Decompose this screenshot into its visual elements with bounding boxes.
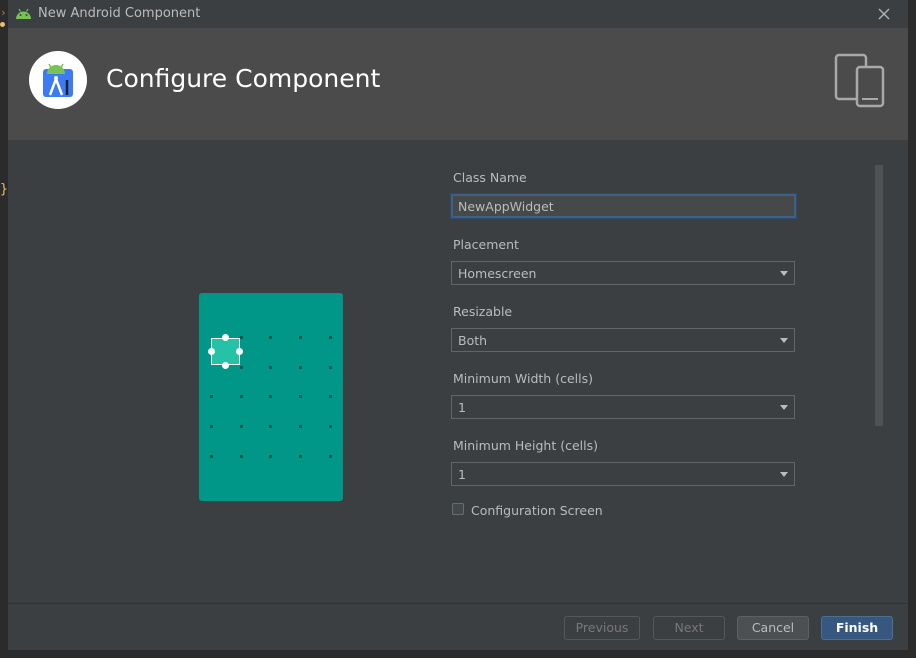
- grid-cell-marker: [210, 455, 213, 458]
- configuration-screen-checkbox[interactable]: [452, 503, 464, 515]
- grid-cell-marker: [329, 425, 332, 428]
- grid-cell-marker: [210, 395, 213, 398]
- android-icon: [16, 8, 31, 19]
- min-width-select[interactable]: 1: [451, 395, 795, 419]
- min-height-select[interactable]: 1: [451, 462, 795, 486]
- grid-cell-marker: [299, 395, 302, 398]
- grid-cell-marker: [269, 366, 272, 369]
- grid-cell-marker: [299, 455, 302, 458]
- grid-cell-marker: [240, 455, 243, 458]
- grid-cell-marker: [299, 366, 302, 369]
- resize-handle-right: [236, 348, 243, 355]
- chevron-down-icon: [780, 472, 788, 477]
- tablet-phone-icon: [834, 53, 885, 108]
- editor-brace: }: [0, 182, 8, 197]
- finish-button[interactable]: Finish: [821, 616, 893, 640]
- title-bar: New Android Component: [8, 0, 908, 28]
- page-title: Configure Component: [106, 64, 381, 93]
- ide-editor-edge: › }: [0, 0, 8, 658]
- class-name-field[interactable]: NewAppWidget: [450, 193, 797, 219]
- grid-cell-marker: [240, 336, 243, 339]
- homescreen-preview: [199, 293, 343, 501]
- grid-cell-marker: [329, 395, 332, 398]
- wizard-footer: Previous Next Cancel Finish: [8, 603, 908, 650]
- editor-gutter-dot: [0, 22, 5, 27]
- next-button[interactable]: Next: [653, 616, 725, 640]
- grid-cell-marker: [269, 425, 272, 428]
- min-height-value: 1: [458, 467, 466, 482]
- wizard-header: Configure Component: [8, 28, 908, 140]
- grid-cell-marker: [210, 425, 213, 428]
- new-android-component-dialog: New Android Component Configure Componen…: [8, 0, 908, 650]
- cancel-button[interactable]: Cancel: [737, 616, 809, 640]
- dialog-title: New Android Component: [38, 6, 201, 21]
- min-width-value: 1: [458, 400, 466, 415]
- min-width-label: Minimum Width (cells): [453, 371, 593, 386]
- grid-cell-marker: [269, 455, 272, 458]
- grid-cell-marker: [329, 366, 332, 369]
- resizable-label: Resizable: [453, 304, 513, 319]
- form-scrollbar[interactable]: [875, 165, 883, 426]
- resizable-value: Both: [458, 333, 488, 348]
- grid-cell-marker: [240, 395, 243, 398]
- close-icon[interactable]: [874, 4, 894, 24]
- resize-handle-top: [222, 334, 229, 341]
- grid-cell-marker: [269, 336, 272, 339]
- class-name-label: Class Name: [453, 170, 527, 185]
- grid-cell-marker: [329, 336, 332, 339]
- placement-value: Homescreen: [458, 266, 537, 281]
- editor-gutter-marker: ›: [0, 6, 7, 19]
- grid-cell-marker: [329, 455, 332, 458]
- chevron-down-icon: [780, 271, 788, 276]
- placement-select[interactable]: Homescreen: [451, 261, 795, 285]
- wizard-content: Class Name NewAppWidget Placement Homesc…: [8, 140, 908, 603]
- placement-label: Placement: [453, 237, 519, 252]
- chevron-down-icon: [780, 338, 788, 343]
- grid-cell-marker: [299, 336, 302, 339]
- configuration-screen-label: Configuration Screen: [471, 503, 603, 518]
- android-studio-logo: [29, 51, 87, 109]
- grid-cell-marker: [269, 395, 272, 398]
- grid-cell-marker: [299, 425, 302, 428]
- chevron-down-icon: [780, 405, 788, 410]
- min-height-label: Minimum Height (cells): [453, 438, 598, 453]
- resize-handle-left: [208, 348, 215, 355]
- resize-handle-bottom: [222, 362, 229, 369]
- grid-cell-marker: [240, 425, 243, 428]
- resizable-select[interactable]: Both: [451, 328, 795, 352]
- previous-button[interactable]: Previous: [564, 616, 640, 640]
- component-form: Class Name NewAppWidget Placement Homesc…: [450, 140, 801, 603]
- grid-cell-marker: [240, 366, 243, 369]
